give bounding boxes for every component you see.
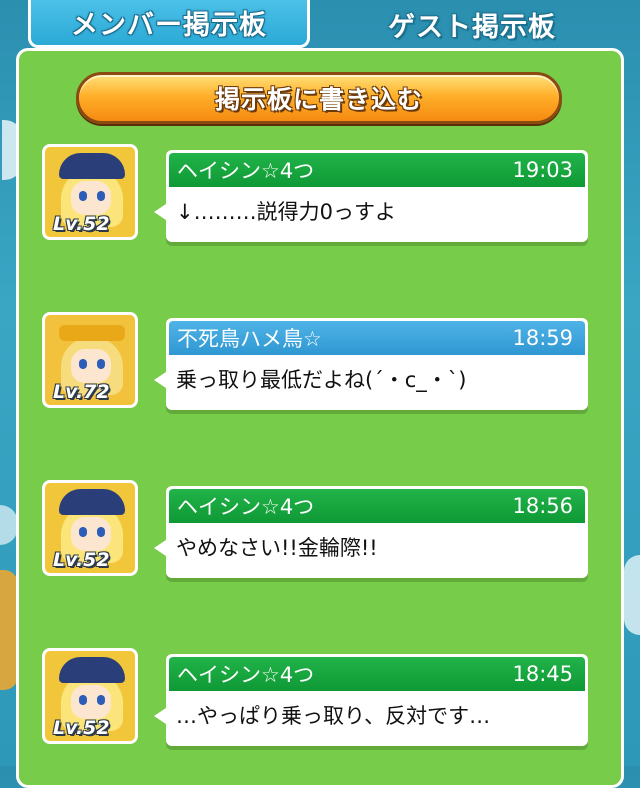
character-face	[71, 685, 111, 719]
character-eye	[79, 695, 87, 705]
message-bubble: ヘイシン☆4つ 18:56 やめなさい!!金輪際!!	[154, 486, 588, 578]
message-text: ↓………説得力0っすよ	[176, 200, 396, 224]
post-item: Lv.72 不死鳥ハメ鳥☆ 18:59 乗っ取り最低だよね(´・c_・`)	[40, 312, 600, 412]
character-hat	[59, 657, 125, 683]
author-name[interactable]: 不死鳥ハメ鳥☆	[177, 323, 322, 353]
post-time: 18:45	[512, 662, 573, 686]
write-post-button[interactable]: 掲示板に書き込む	[76, 72, 562, 124]
character-crown	[59, 325, 125, 341]
message-text: …やっぱり乗っ取り、反対です…	[176, 704, 491, 728]
author-name[interactable]: ヘイシン☆4つ	[177, 155, 314, 185]
tab-member-board-label: メンバー掲示板	[71, 10, 267, 41]
character-hat	[59, 153, 125, 179]
witch-character-icon[interactable]: Lv.52	[42, 648, 138, 744]
bubble-tail	[154, 540, 166, 556]
message-bubble: 不死鳥ハメ鳥☆ 18:59 乗っ取り最低だよね(´・c_・`)	[154, 318, 588, 410]
message-header: 不死鳥ハメ鳥☆ 18:59	[169, 321, 585, 355]
tab-guest-board-label: ゲスト掲示板	[388, 11, 556, 43]
write-post-button-label: 掲示板に書き込む	[214, 85, 423, 114]
level-badge: Lv.52	[53, 549, 110, 571]
character-eye	[79, 191, 87, 201]
princess-character-icon[interactable]: Lv.72	[42, 312, 138, 408]
character-eye	[79, 527, 87, 537]
character-eye	[97, 695, 105, 705]
character-hat	[59, 489, 125, 515]
message-bubble: ヘイシン☆4つ 18:45 …やっぱり乗っ取り、反対です…	[154, 654, 588, 746]
character-face	[71, 349, 111, 383]
bubble-tail	[154, 204, 166, 220]
level-badge: Lv.52	[53, 717, 110, 739]
message-bubble: ヘイシン☆4つ 19:03 ↓………説得力0っすよ	[154, 150, 588, 242]
level-badge: Lv.72	[53, 381, 110, 403]
post-item: Lv.52 ヘイシン☆4つ 18:45 …やっぱり乗っ取り、反対です…	[40, 648, 600, 748]
tab-guest-board[interactable]: ゲスト掲示板	[322, 0, 622, 48]
post-time: 19:03	[512, 158, 573, 182]
background-cloud	[624, 555, 640, 635]
level-badge: Lv.52	[53, 213, 110, 235]
character-eye	[97, 359, 105, 369]
post-item: Lv.52 ヘイシン☆4つ 18:56 やめなさい!!金輪際!!	[40, 480, 600, 580]
message-header: ヘイシン☆4つ 18:56	[169, 489, 585, 523]
bubble-tail	[154, 372, 166, 388]
message-header: ヘイシン☆4つ 18:45	[169, 657, 585, 691]
post-item: Lv.52 ヘイシン☆4つ 19:03 ↓………説得力0っすよ	[40, 144, 600, 244]
character-eye	[97, 527, 105, 537]
message-text: 乗っ取り最低だよね(´・c_・`)	[176, 368, 467, 392]
tab-member-board[interactable]: メンバー掲示板	[28, 0, 310, 48]
witch-character-icon[interactable]: Lv.52	[42, 144, 138, 240]
witch-character-icon[interactable]: Lv.52	[42, 480, 138, 576]
post-time: 18:59	[512, 326, 573, 350]
post-time: 18:56	[512, 494, 573, 518]
message-header: ヘイシン☆4つ 19:03	[169, 153, 585, 187]
bubble-tail	[154, 708, 166, 724]
character-eye	[79, 359, 87, 369]
character-eye	[97, 191, 105, 201]
author-name[interactable]: ヘイシン☆4つ	[177, 659, 314, 689]
character-face	[71, 181, 111, 215]
message-text: やめなさい!!金輪際!!	[176, 536, 378, 560]
author-name[interactable]: ヘイシン☆4つ	[177, 491, 314, 521]
character-face	[71, 517, 111, 551]
